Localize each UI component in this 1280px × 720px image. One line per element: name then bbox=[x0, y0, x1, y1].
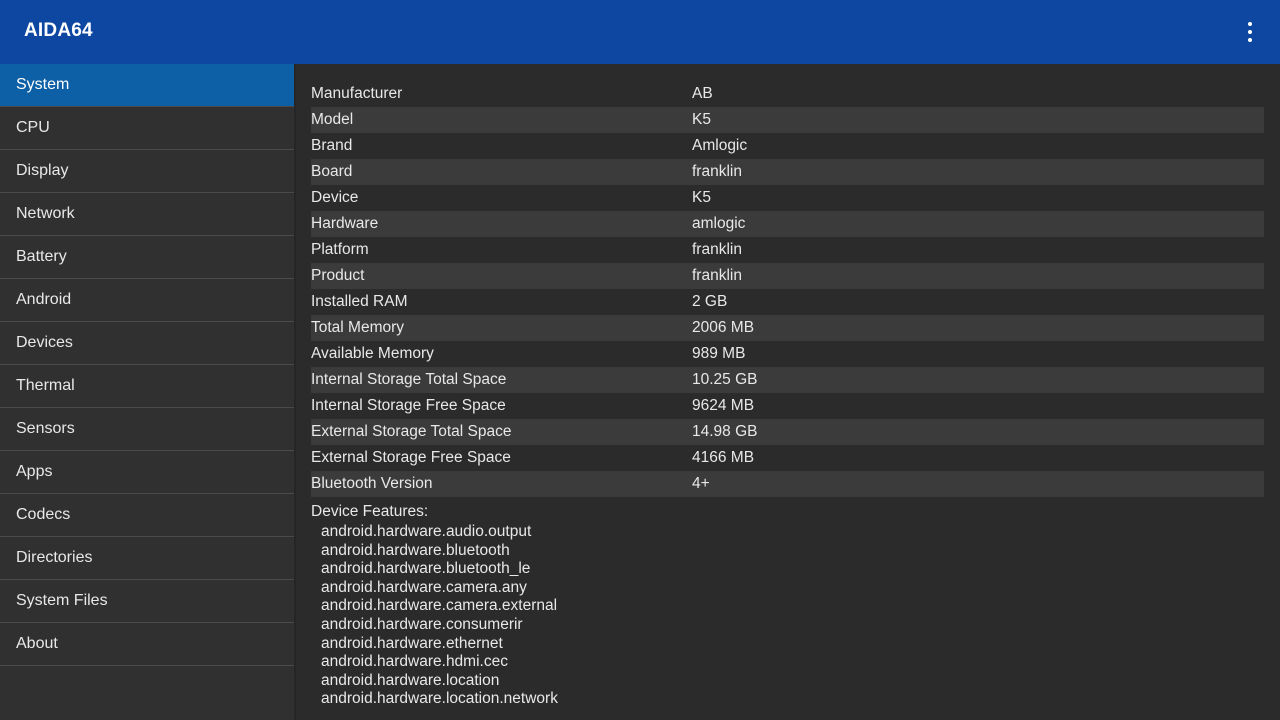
table-row: External Storage Free Space 4166 MB bbox=[311, 445, 1264, 471]
row-key: Device bbox=[311, 189, 359, 206]
row-key: Total Memory bbox=[311, 319, 405, 336]
table-row: Total Memory 2006 MB bbox=[311, 315, 1264, 341]
table-row: Internal Storage Total Space 10.25 GB bbox=[311, 367, 1264, 393]
device-features-list: android.hardware.audio.output android.ha… bbox=[311, 523, 1264, 709]
table-row: Device K5 bbox=[311, 185, 1264, 211]
table-row: Brand Amlogic bbox=[311, 133, 1264, 159]
sidebar-item-network[interactable]: Network bbox=[0, 193, 294, 236]
row-value: 2 GB bbox=[692, 293, 728, 310]
row-value: 989 MB bbox=[692, 345, 746, 362]
sidebar-item-cpu[interactable]: CPU bbox=[0, 107, 294, 150]
row-value: 14.98 GB bbox=[692, 423, 758, 440]
table-row: Manufacturer AB bbox=[311, 81, 1264, 107]
row-value: AB bbox=[692, 85, 713, 102]
row-value: franklin bbox=[692, 267, 742, 284]
table-row: Model K5 bbox=[311, 107, 1264, 133]
row-value: Amlogic bbox=[692, 137, 748, 154]
menu-dot bbox=[1248, 30, 1252, 34]
row-value: 4+ bbox=[692, 475, 710, 492]
row-key: Internal Storage Free Space bbox=[311, 397, 506, 414]
row-value: 9624 MB bbox=[692, 397, 755, 414]
table-row: External Storage Total Space 14.98 GB bbox=[311, 419, 1264, 445]
list-item: android.hardware.camera.any bbox=[321, 578, 527, 596]
table-row: Board franklin bbox=[311, 159, 1264, 185]
sidebar: System CPU Display Network Battery Andro… bbox=[0, 64, 296, 720]
row-key: Platform bbox=[311, 241, 369, 258]
row-value: franklin bbox=[692, 163, 742, 180]
row-value: franklin bbox=[692, 241, 742, 258]
row-key: Hardware bbox=[311, 215, 379, 232]
list-item: android.hardware.bluetooth_le bbox=[321, 560, 531, 578]
row-value: amlogic bbox=[692, 215, 746, 232]
row-key: Brand bbox=[311, 137, 353, 154]
row-key: Board bbox=[311, 163, 353, 180]
list-item: android.hardware.camera.external bbox=[321, 597, 558, 615]
sidebar-item-android[interactable]: Android bbox=[0, 279, 294, 322]
device-features-label: Device Features: bbox=[311, 503, 429, 520]
sidebar-item-system[interactable]: System bbox=[0, 64, 294, 107]
sidebar-item-system-files[interactable]: System Files bbox=[0, 580, 294, 623]
row-key: Available Memory bbox=[311, 345, 434, 362]
sidebar-item-apps[interactable]: Apps bbox=[0, 451, 294, 494]
row-value: K5 bbox=[692, 189, 711, 206]
more-vert-icon[interactable] bbox=[1240, 22, 1260, 42]
sidebar-item-codecs[interactable]: Codecs bbox=[0, 494, 294, 537]
sidebar-item-display[interactable]: Display bbox=[0, 150, 294, 193]
row-value: K5 bbox=[692, 111, 711, 128]
sidebar-item-directories[interactable]: Directories bbox=[0, 537, 294, 580]
list-item: android.hardware.bluetooth bbox=[321, 541, 510, 559]
table-row: Bluetooth Version 4+ bbox=[311, 471, 1264, 497]
system-info-panel[interactable]: Manufacturer AB Model K5 Brand Amlogic B… bbox=[296, 64, 1280, 720]
list-item: android.hardware.location bbox=[321, 671, 500, 689]
list-item: android.hardware.consumerir bbox=[321, 615, 523, 633]
row-key: Product bbox=[311, 267, 365, 284]
app-title: AIDA64 bbox=[24, 20, 93, 41]
app-bar: AIDA64 bbox=[0, 0, 1280, 64]
row-key: External Storage Free Space bbox=[311, 449, 511, 466]
sidebar-item-sensors[interactable]: Sensors bbox=[0, 408, 294, 451]
sidebar-item-battery[interactable]: Battery bbox=[0, 236, 294, 279]
row-key: Internal Storage Total Space bbox=[311, 371, 507, 388]
menu-dot bbox=[1248, 22, 1252, 26]
table-row: Hardware amlogic bbox=[311, 211, 1264, 237]
row-key: Manufacturer bbox=[311, 85, 403, 102]
table-row: Installed RAM 2 GB bbox=[311, 289, 1264, 315]
content-bottom-edge bbox=[296, 704, 1280, 720]
list-item: android.hardware.ethernet bbox=[321, 634, 503, 652]
row-value: 2006 MB bbox=[692, 319, 755, 336]
row-value: 10.25 GB bbox=[692, 371, 758, 388]
menu-dot bbox=[1248, 38, 1252, 42]
list-item: android.hardware.audio.output bbox=[321, 523, 532, 540]
row-key: Bluetooth Version bbox=[311, 475, 433, 492]
sidebar-item-thermal[interactable]: Thermal bbox=[0, 365, 294, 408]
row-key: External Storage Total Space bbox=[311, 423, 512, 440]
sidebar-item-about[interactable]: About bbox=[0, 623, 294, 666]
table-row: Product franklin bbox=[311, 263, 1264, 289]
system-info-table: Manufacturer AB Model K5 Brand Amlogic B… bbox=[311, 81, 1264, 709]
table-row: Platform franklin bbox=[311, 237, 1264, 263]
row-key: Installed RAM bbox=[311, 293, 408, 310]
table-row: Internal Storage Free Space 9624 MB bbox=[311, 393, 1264, 419]
row-value: 4166 MB bbox=[692, 449, 755, 466]
sidebar-item-devices[interactable]: Devices bbox=[0, 322, 294, 365]
table-row: Available Memory 989 MB bbox=[311, 341, 1264, 367]
row-key: Model bbox=[311, 111, 354, 128]
list-item: android.hardware.hdmi.cec bbox=[321, 653, 508, 671]
